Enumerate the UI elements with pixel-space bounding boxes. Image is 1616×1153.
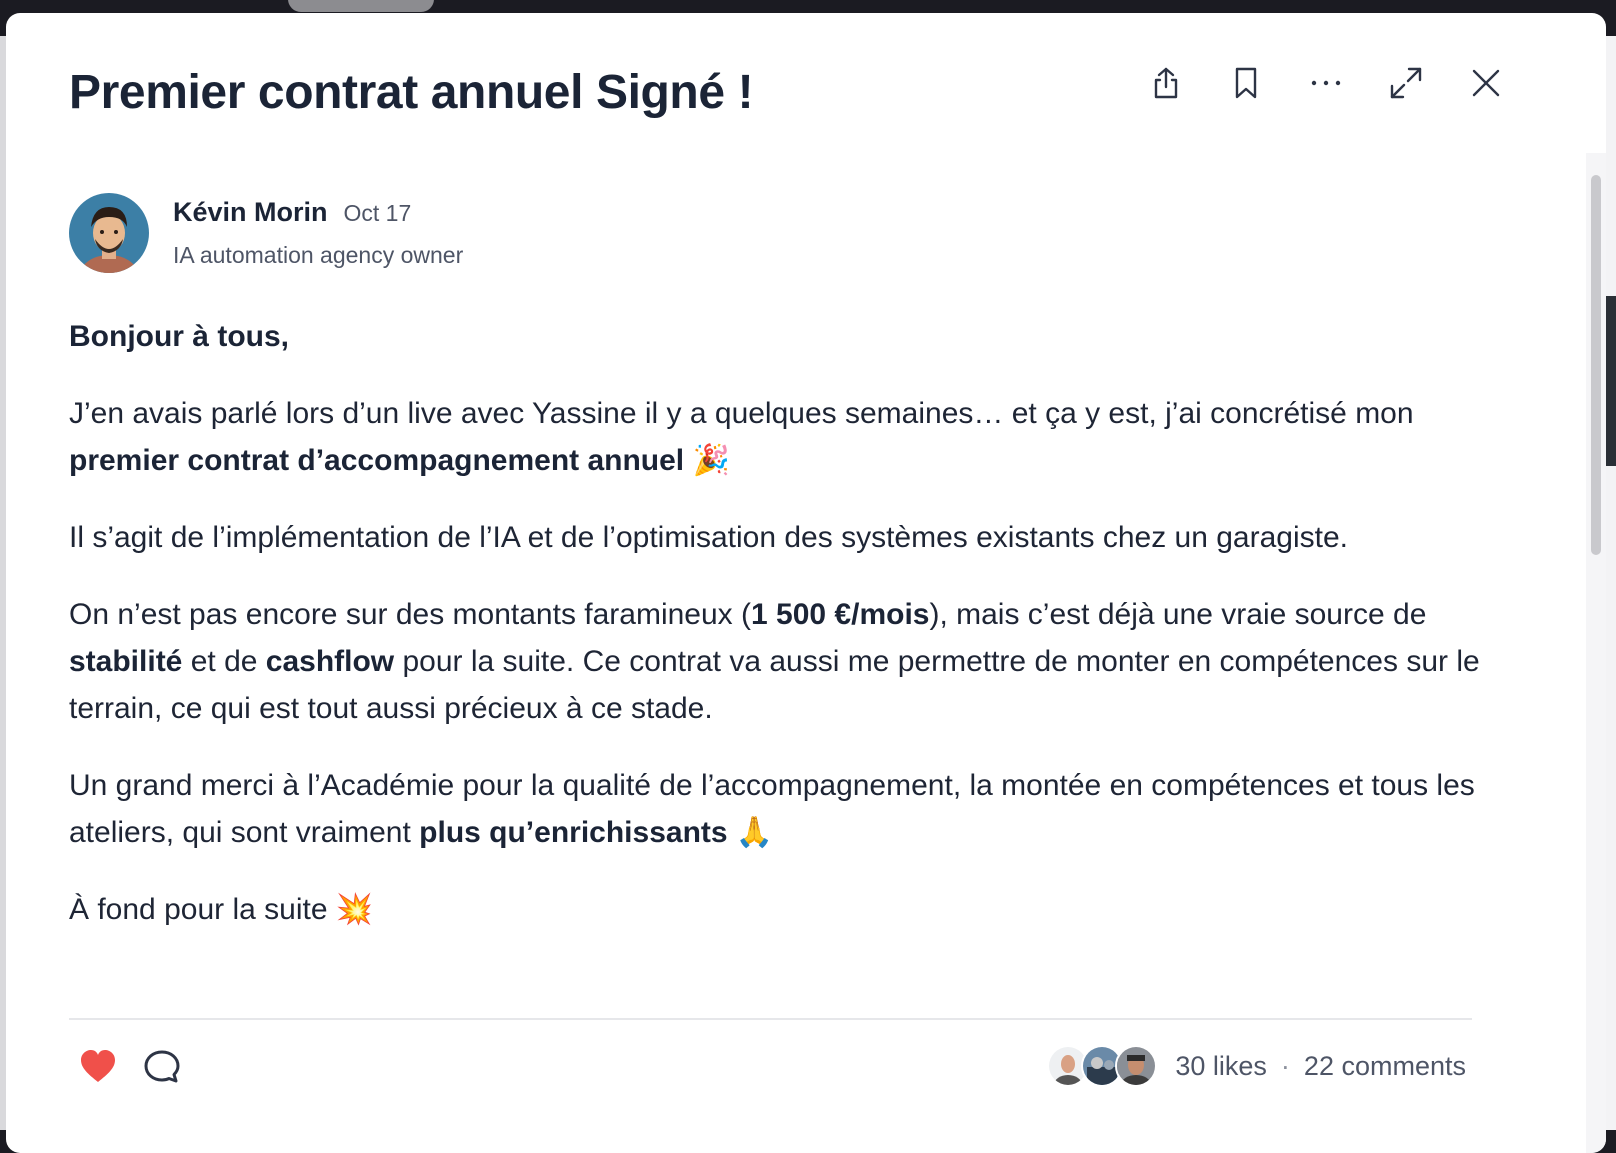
heart-icon: [81, 1050, 115, 1082]
post-paragraph: J’en avais parlé lors d’un live avec Yas…: [69, 390, 1509, 484]
bookmark-icon: [1235, 67, 1257, 99]
scrollbar[interactable]: [1586, 153, 1606, 1153]
like-button[interactable]: [78, 1047, 118, 1087]
stability-bold: stabilité: [69, 645, 183, 678]
liker-avatars[interactable]: [1047, 1045, 1158, 1087]
paragraph-text: ), mais c’est déjà une vraie source de: [929, 598, 1427, 631]
share-icon: [1154, 67, 1178, 99]
post-paragraph: On n’est pas encore sur des montants far…: [69, 591, 1509, 732]
bookmark-button[interactable]: [1226, 63, 1266, 103]
party-popper-emoji: 🎉: [692, 444, 730, 477]
post-date: Oct 17: [343, 200, 412, 226]
paragraph-text: J’en avais parlé lors d’un live avec Yas…: [69, 397, 1414, 430]
folded-hands-emoji: 🙏: [735, 816, 774, 849]
liker-avatar: [1115, 1045, 1158, 1087]
comment-button[interactable]: [142, 1047, 182, 1087]
paragraph-bold: premier contrat d’accompagnement annuel: [69, 444, 685, 477]
expand-icon: [1390, 67, 1422, 99]
cashflow-bold: cashflow: [265, 645, 395, 678]
author-avatar[interactable]: [69, 193, 149, 273]
paragraph-text: On n’est pas encore sur des montants far…: [69, 598, 752, 631]
collision-emoji: 💥: [335, 893, 374, 926]
comment-icon: [144, 1050, 180, 1083]
amount-bold: 1 500 €/mois: [751, 598, 930, 631]
greeting: Bonjour à tous,: [69, 320, 289, 353]
post-paragraph: Il s’agit de l’implémentation de l’IA et…: [69, 521, 1348, 554]
post-paragraph: À fond pour la suite 💥: [69, 886, 1509, 933]
more-icon: [1311, 80, 1341, 86]
paragraph-bold: plus qu’enrichissants: [419, 816, 728, 849]
close-button[interactable]: [1466, 63, 1506, 103]
paragraph-text: À fond pour la suite: [69, 893, 328, 926]
modal-toolbar: [1146, 63, 1506, 103]
post-stats: 30 likes · 22 comments: [1047, 1045, 1466, 1087]
post-author: Kévin Morin Oct 17 IA automation agency …: [69, 193, 463, 273]
scrollbar-thumb[interactable]: [1591, 175, 1601, 555]
stats-separator: ·: [1280, 1050, 1290, 1081]
window-drag-handle: [288, 0, 434, 12]
author-info: Kévin Morin Oct 17 IA automation agency …: [173, 193, 463, 273]
author-name[interactable]: Kévin Morin: [173, 197, 328, 228]
author-role: IA automation agency owner: [173, 242, 464, 268]
post-body: Bonjour à tous, J’en avais parlé lors d’…: [69, 313, 1509, 963]
divider: [69, 1018, 1472, 1020]
post-paragraph: Un grand merci à l’Académie pour la qual…: [69, 762, 1509, 856]
background-stripe: [1606, 296, 1616, 466]
close-icon: [1472, 69, 1500, 97]
comments-count[interactable]: 22 comments: [1304, 1051, 1466, 1082]
more-options-button[interactable]: [1306, 63, 1346, 103]
expand-button[interactable]: [1386, 63, 1426, 103]
post-paragraph: Bonjour à tous,: [69, 313, 1509, 360]
share-button[interactable]: [1146, 63, 1186, 103]
paragraph-text: et de: [182, 645, 266, 678]
likes-count[interactable]: 30 likes: [1175, 1051, 1267, 1082]
post-title: Premier contrat annuel Signé !: [69, 66, 754, 119]
post-modal: Premier contrat annuel Signé ! Kévin Mor…: [6, 13, 1606, 1153]
